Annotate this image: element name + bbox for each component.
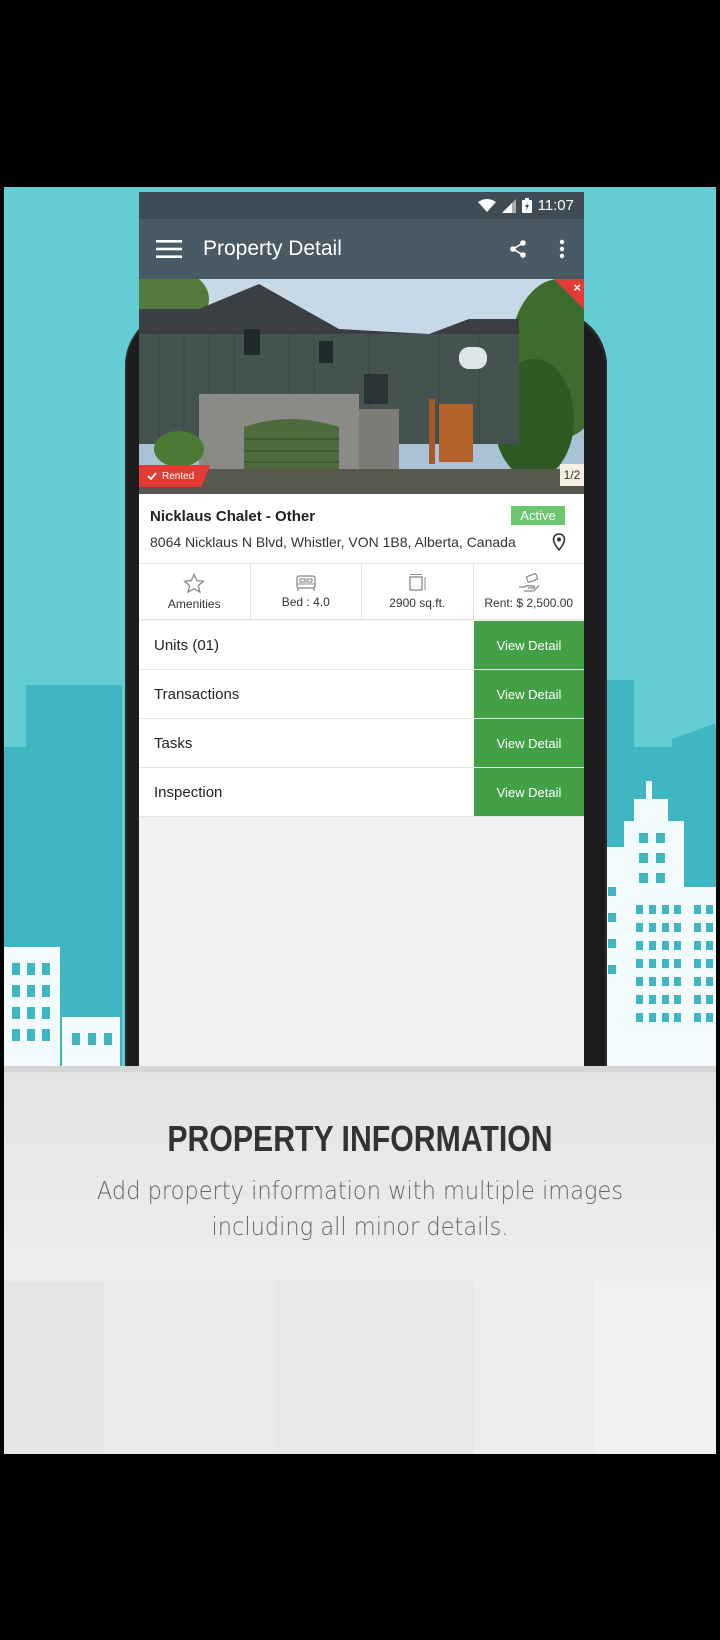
signal-icon	[501, 198, 516, 213]
rented-ribbon: Rented	[139, 465, 211, 487]
caption-heading: PROPERTY INFORMATION	[167, 1118, 553, 1159]
stat-label: 2900 sq.ft.	[389, 596, 446, 610]
section-label: Tasks	[154, 734, 193, 752]
status-badge: Active	[511, 506, 565, 525]
view-detail-button[interactable]: View Detail	[474, 768, 584, 816]
section-label: Transactions	[154, 685, 240, 703]
close-icon: ×	[573, 280, 581, 295]
phone-screen: 11:07 Property Detail × Rented 1/2 Nickl…	[139, 192, 584, 1072]
property-image-carousel[interactable]: × Rented 1/2	[139, 279, 584, 494]
stat-area: 2900 sq.ft.	[362, 564, 474, 619]
section-list: Units (01) View Detail Transactions View…	[139, 621, 584, 817]
section-label: Inspection	[154, 783, 223, 801]
stat-label: Rent: $ 2,500.00	[484, 596, 574, 610]
property-stats: Amenities Bed : 4.0 2900 sq.ft. Rent: $ …	[139, 564, 584, 620]
hamburger-icon	[156, 240, 182, 258]
overflow-menu-button[interactable]	[540, 219, 584, 279]
view-detail-button[interactable]: View Detail	[474, 670, 584, 718]
section-row-units: Units (01) View Detail	[139, 621, 584, 670]
stat-label: Amenities	[167, 596, 221, 611]
menu-button[interactable]	[139, 219, 199, 279]
section-row-tasks: Tasks View Detail	[139, 719, 584, 768]
section-label: Units (01)	[154, 636, 220, 654]
status-time: 11:07	[537, 197, 574, 214]
area-icon	[409, 574, 426, 591]
stat-amenities[interactable]: Amenities	[139, 564, 251, 619]
property-address: 8064 Nicklaus N Blvd, Whistler, VON 1B8,…	[150, 534, 516, 550]
stat-label: Bed : 4.0	[281, 595, 330, 609]
page-title: Property Detail	[203, 237, 342, 260]
star-icon	[183, 572, 206, 593]
property-info: Nicklaus Chalet - Other Active 8064 Nick…	[139, 494, 584, 564]
app-bar: Property Detail	[139, 219, 584, 279]
stat-rent: Rent: $ 2,500.00	[474, 564, 585, 619]
caption-line-2: including all minor details.	[211, 1212, 509, 1241]
stat-bedrooms: Bed : 4.0	[251, 564, 362, 619]
caption: PROPERTY INFORMATION Add property inform…	[0, 1118, 720, 1245]
view-detail-button[interactable]: View Detail	[474, 719, 584, 767]
section-row-inspection: Inspection View Detail	[139, 768, 584, 817]
location-pin-icon[interactable]	[552, 533, 566, 551]
property-name: Nicklaus Chalet - Other	[150, 508, 316, 525]
battery-icon	[521, 198, 532, 213]
house-photo	[139, 279, 584, 494]
rented-label: Rented	[162, 470, 195, 482]
more-vert-icon	[559, 239, 565, 259]
caption-line-1: Add property information with multiple i…	[96, 1176, 624, 1205]
check-icon	[147, 472, 157, 480]
section-row-transactions: Transactions View Detail	[139, 670, 584, 719]
bed-icon	[296, 575, 316, 591]
view-detail-button[interactable]: View Detail	[474, 621, 584, 669]
share-button[interactable]	[496, 219, 540, 279]
share-icon	[510, 240, 526, 258]
image-counter: 1/2	[560, 464, 584, 486]
money-hand-icon	[518, 573, 540, 592]
status-bar: 11:07	[139, 192, 584, 219]
wifi-icon	[477, 198, 496, 212]
